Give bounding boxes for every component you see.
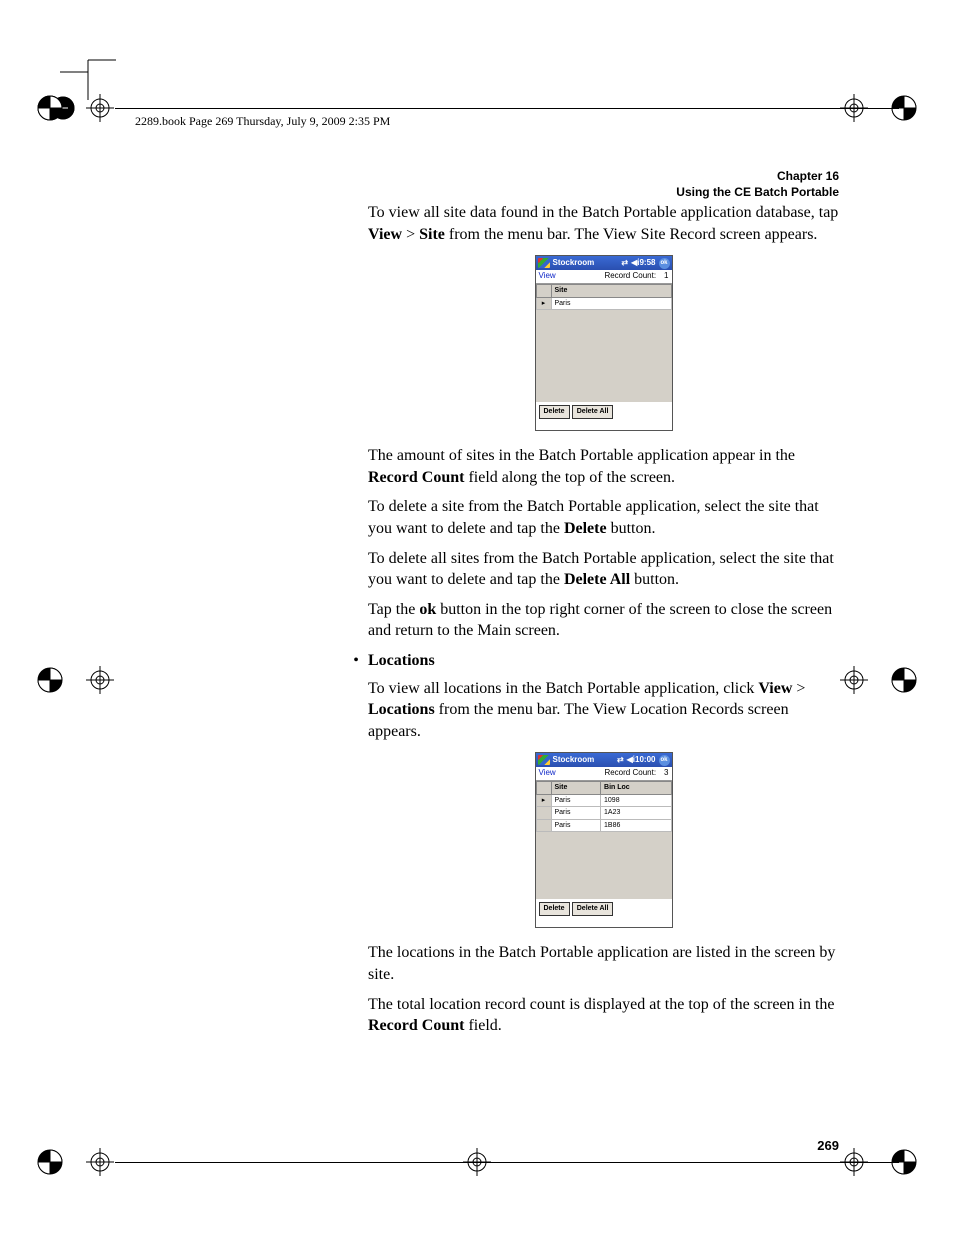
row-selector[interactable]: ▸ [536,794,551,806]
device-titlebar: Stockroom ⇄ ◀ἱ 9:58 ok [536,256,672,270]
paragraph-intro-locations: To view all locations in the Batch Porta… [368,678,839,743]
device-grid: Site ▸ Paris [536,284,672,402]
figure-view-locations: Stockroom ⇄ ◀ἱ 10:00 ok View Record Coun… [368,752,839,928]
volume-icon: ◀ἱ [631,258,639,269]
locations-table[interactable]: Site Bin Loc ▸ Paris 1098 Paris 1A23 [536,781,672,832]
connectivity-icon: ⇄ [621,258,628,269]
delete-button[interactable]: Delete [539,902,570,915]
start-flag-icon [538,258,550,268]
cell-site[interactable]: Paris [551,297,671,309]
menu-view-bold: View [368,226,402,243]
figure-view-site: Stockroom ⇄ ◀ἱ 9:58 ok View Record Count… [368,255,839,431]
col-site[interactable]: Site [551,782,601,794]
cell-bin[interactable]: 1098 [601,794,671,806]
page-number: 269 [817,1138,839,1153]
device-screenshot-site: Stockroom ⇄ ◀ἱ 9:58 ok View Record Count… [535,255,673,431]
device-button-bar: Delete Delete All [536,402,672,430]
menu-view[interactable]: View [539,271,556,282]
connectivity-icon: ⇄ [617,755,624,766]
paragraph-intro-site: To view all site data found in the Batch… [368,202,839,245]
delete-all-button[interactable]: Delete All [572,405,614,418]
row-selector[interactable] [536,807,551,819]
app-title: Stockroom [553,258,595,269]
table-row[interactable]: Paris 1B86 [536,819,671,831]
volume-icon: ◀ἱ [627,755,635,766]
app-title: Stockroom [553,755,595,766]
menu-view[interactable]: View [539,768,556,779]
row-selector[interactable]: ▸ [536,297,551,309]
table-row[interactable]: Paris 1A23 [536,807,671,819]
device-grid: Site Bin Loc ▸ Paris 1098 Paris 1A23 [536,781,672,899]
bullet-locations: •Locations [344,650,839,672]
row-selector[interactable] [536,819,551,831]
clock-time: 9:58 [639,258,655,269]
book-header-line: 2289.book Page 269 Thursday, July 9, 200… [135,114,390,129]
ok-button[interactable]: ok [659,258,670,269]
table-row[interactable]: ▸ Paris 1098 [536,794,671,806]
cell-site[interactable]: Paris [551,794,601,806]
cell-bin[interactable]: 1A23 [601,807,671,819]
footer-rule [115,1162,899,1163]
col-binloc[interactable]: Bin Loc [601,782,671,794]
paragraph-record-count: The amount of sites in the Batch Portabl… [368,445,839,488]
chapter-number: Chapter 16 [676,168,839,184]
device-menubar: View Record Count: 1 [536,270,672,284]
chapter-header: Chapter 16 Using the CE Batch Portable [676,168,839,200]
delete-all-button[interactable]: Delete All [572,902,614,915]
device-screenshot-locations: Stockroom ⇄ ◀ἱ 10:00 ok View Record Coun… [535,752,673,928]
chapter-title: Using the CE Batch Portable [676,184,839,200]
bullet-dot: • [344,650,368,672]
paragraph-locations-listed: The locations in the Batch Portable appl… [368,942,839,985]
col-site[interactable]: Site [551,285,671,297]
row-header-blank [536,782,551,794]
cell-bin[interactable]: 1B86 [601,819,671,831]
menu-site-bold: Site [419,226,445,243]
paragraph-delete-all-sites: To delete all sites from the Batch Porta… [368,548,839,591]
device-menubar: View Record Count: 3 [536,767,672,781]
paragraph-location-count: The total location record count is displ… [368,994,839,1037]
record-count-label: Record Count: [604,768,656,779]
site-table[interactable]: Site ▸ Paris [536,284,672,310]
record-count-value: 3 [664,768,668,779]
record-count-value: 1 [664,271,668,282]
delete-button[interactable]: Delete [539,405,570,418]
bullet-label: Locations [368,652,435,669]
paragraph-ok-close: Tap the ok button in the top right corne… [368,599,839,642]
header-rule [115,108,899,109]
ok-button[interactable]: ok [659,755,670,766]
start-flag-icon [538,755,550,765]
cell-site[interactable]: Paris [551,807,601,819]
clock-time: 10:00 [635,755,655,766]
paragraph-delete-site: To delete a site from the Batch Portable… [368,496,839,539]
record-count-label: Record Count: [604,271,656,282]
device-titlebar: Stockroom ⇄ ◀ἱ 10:00 ok [536,753,672,767]
row-header-blank [536,285,551,297]
cell-site[interactable]: Paris [551,819,601,831]
table-row[interactable]: ▸ Paris [536,297,671,309]
device-button-bar: Delete Delete All [536,899,672,927]
